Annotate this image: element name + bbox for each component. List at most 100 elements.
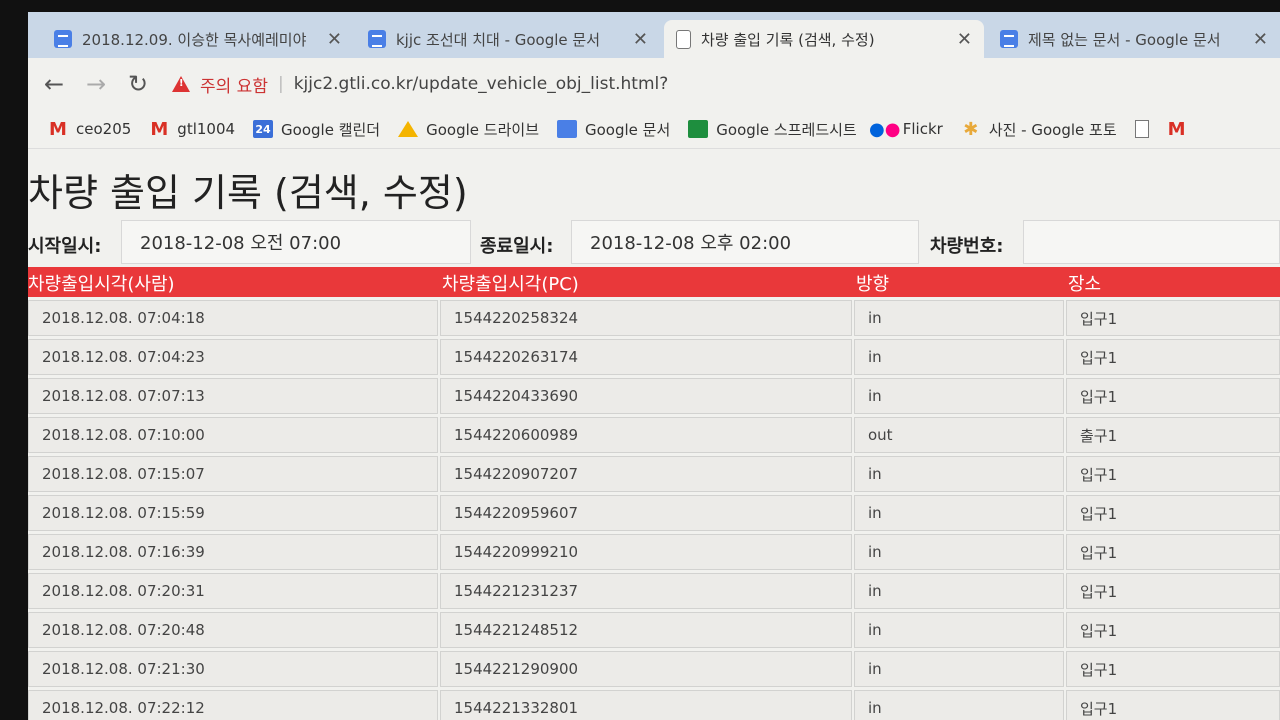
- cell-human-time[interactable]: 2018.12.08. 07:04:18: [28, 300, 438, 336]
- table-row[interactable]: 2018.12.08. 07:20:31 1544221231237 in 입구1: [28, 571, 1280, 610]
- table-row[interactable]: 2018.12.08. 07:10:00 1544220600989 out 출구1: [28, 415, 1280, 454]
- cell-direction[interactable]: in: [854, 690, 1064, 720]
- table-header: 차량출입시각(사람) 차량출입시각(PC) 방향 장소: [28, 267, 1280, 297]
- cell-human-time[interactable]: 2018.12.08. 07:16:39: [28, 534, 438, 570]
- bookmark-flickr[interactable]: ● ● Flickr: [869, 119, 943, 140]
- bookmark-google-sheets[interactable]: Google 스프레드시트: [688, 119, 857, 140]
- cell-location[interactable]: 입구1: [1066, 651, 1280, 687]
- cell-direction[interactable]: in: [854, 534, 1064, 570]
- bookmark-google-photos[interactable]: ✱ 사진 - Google 포토: [961, 119, 1116, 140]
- cell-location[interactable]: 입구1: [1066, 690, 1280, 720]
- table-row[interactable]: 2018.12.08. 07:16:39 1544220999210 in 입구1: [28, 532, 1280, 571]
- calendar-icon: 24: [253, 120, 274, 138]
- cell-location[interactable]: 입구1: [1066, 456, 1280, 492]
- cell-human-time[interactable]: 2018.12.08. 07:15:59: [28, 495, 438, 531]
- tab-title: kjjc 조선대 치대 - Google 문서: [396, 30, 601, 49]
- cell-location[interactable]: 입구1: [1066, 300, 1280, 336]
- bookmark-gmail-more[interactable]: M: [1167, 119, 1187, 140]
- cell-human-time[interactable]: 2018.12.08. 07:10:00: [28, 417, 438, 453]
- table-row[interactable]: 2018.12.08. 07:04:18 1544220258324 in 입구1: [28, 298, 1280, 337]
- address-bar[interactable]: 주의 요함 | kjjc2.gtli.co.kr/update_vehicle_…: [172, 72, 668, 97]
- table-row[interactable]: 2018.12.08. 07:15:59 1544220959607 in 입구1: [28, 493, 1280, 532]
- cell-location[interactable]: 입구1: [1066, 612, 1280, 648]
- cell-human-time[interactable]: 2018.12.08. 07:04:23: [28, 339, 438, 375]
- end-datetime-input[interactable]: 2018-12-08 오후 02:00: [571, 220, 919, 264]
- cell-human-time[interactable]: 2018.12.08. 07:22:12: [28, 690, 438, 720]
- close-icon[interactable]: ✕: [633, 29, 648, 50]
- bookmark-label: Google 캘린더: [281, 120, 381, 139]
- tab-sermon-doc[interactable]: 2018.12.09. 이승한 목사예레미야 ✕: [42, 20, 354, 58]
- cell-direction[interactable]: in: [854, 612, 1064, 648]
- bookmark-gtl1004[interactable]: M gtl1004: [149, 118, 236, 140]
- bookmark-google-drive[interactable]: Google 드라이브: [398, 119, 539, 140]
- cell-human-time[interactable]: 2018.12.08. 07:07:13: [28, 378, 438, 414]
- bookmark-page[interactable]: [1134, 120, 1149, 138]
- cell-direction[interactable]: in: [854, 651, 1064, 687]
- table-row[interactable]: 2018.12.08. 07:20:48 1544221248512 in 입구1: [28, 610, 1280, 649]
- cell-location[interactable]: 입구1: [1066, 339, 1280, 375]
- warning-icon: [172, 76, 190, 92]
- cell-direction[interactable]: in: [854, 495, 1064, 531]
- cell-pc-time[interactable]: 1544221290900: [440, 651, 852, 687]
- cell-direction[interactable]: in: [854, 456, 1064, 492]
- cell-pc-time[interactable]: 1544220433690: [440, 378, 852, 414]
- close-icon[interactable]: ✕: [327, 29, 342, 50]
- cell-direction[interactable]: in: [854, 300, 1064, 336]
- cell-human-time[interactable]: 2018.12.08. 07:15:07: [28, 456, 438, 492]
- cell-human-time[interactable]: 2018.12.08. 07:21:30: [28, 651, 438, 687]
- cell-pc-time[interactable]: 1544221231237: [440, 573, 852, 609]
- cell-pc-time[interactable]: 1544220999210: [440, 534, 852, 570]
- cell-human-time[interactable]: 2018.12.08. 07:20:48: [28, 612, 438, 648]
- security-warning[interactable]: 주의 요함: [200, 72, 268, 97]
- close-icon[interactable]: ✕: [1253, 29, 1268, 50]
- docs-icon: [557, 120, 577, 138]
- table-row[interactable]: 2018.12.08. 07:07:13 1544220433690 in 입구1: [28, 376, 1280, 415]
- vehicle-number-input[interactable]: [1023, 220, 1280, 264]
- tab-vehicle-log[interactable]: 차량 출입 기록 (검색, 수정) ✕: [664, 20, 984, 58]
- cell-direction[interactable]: in: [854, 339, 1064, 375]
- table-row[interactable]: 2018.12.08. 07:21:30 1544221290900 in 입구1: [28, 649, 1280, 688]
- gmail-icon: M: [49, 118, 67, 140]
- bookmark-label: gtl1004: [177, 120, 236, 138]
- table-row[interactable]: 2018.12.08. 07:22:12 1544221332801 in 입구1: [28, 688, 1280, 720]
- cell-pc-time[interactable]: 1544220258324: [440, 300, 852, 336]
- column-header-pc-time: 차량출입시각(PC): [442, 274, 579, 295]
- cell-direction[interactable]: in: [854, 378, 1064, 414]
- bookmark-google-docs[interactable]: Google 문서: [557, 119, 670, 140]
- back-arrow-icon[interactable]: ←: [38, 68, 70, 100]
- bookmark-label: ceo205: [76, 120, 132, 138]
- start-datetime-label: 시작일시:: [28, 236, 102, 257]
- tab-untitled-doc[interactable]: 제목 없는 문서 - Google 문서 ✕: [988, 20, 1280, 58]
- tab-kjjc-doc[interactable]: kjjc 조선대 치대 - Google 문서 ✕: [356, 20, 660, 58]
- cell-direction[interactable]: out: [854, 417, 1064, 453]
- browser-toolbar: ← → ↻ 주의 요함 | kjjc2.gtli.co.kr/update_ve…: [28, 58, 1280, 110]
- close-icon[interactable]: ✕: [957, 29, 972, 50]
- table-row[interactable]: 2018.12.08. 07:15:07 1544220907207 in 입구1: [28, 454, 1280, 493]
- cell-pc-time[interactable]: 1544221332801: [440, 690, 852, 720]
- bookmark-label: Google 스프레드시트: [716, 120, 857, 139]
- cell-location[interactable]: 입구1: [1066, 573, 1280, 609]
- reload-icon[interactable]: ↻: [122, 68, 154, 100]
- bookmark-ceo205[interactable]: M ceo205: [48, 118, 132, 140]
- cell-location[interactable]: 입구1: [1066, 495, 1280, 531]
- table-row[interactable]: 2018.12.08. 07:04:23 1544220263174 in 입구1: [28, 337, 1280, 376]
- google-docs-icon: [1000, 30, 1018, 48]
- start-datetime-input[interactable]: 2018-12-08 오전 07:00: [121, 220, 471, 264]
- cell-location[interactable]: 출구1: [1066, 417, 1280, 453]
- forward-arrow-icon[interactable]: →: [80, 68, 112, 100]
- cell-location[interactable]: 입구1: [1066, 534, 1280, 570]
- url-separator: |: [277, 74, 284, 94]
- cell-pc-time[interactable]: 1544220263174: [440, 339, 852, 375]
- url-text[interactable]: kjjc2.gtli.co.kr/update_vehicle_obj_list…: [294, 74, 669, 94]
- cell-pc-time[interactable]: 1544220959607: [440, 495, 852, 531]
- tab-strip: 2018.12.09. 이승한 목사예레미야 ✕ kjjc 조선대 치대 - G…: [28, 12, 1280, 58]
- cell-location[interactable]: 입구1: [1066, 378, 1280, 414]
- bookmark-google-calendar[interactable]: 24 Google 캘린더: [253, 119, 380, 140]
- gmail-icon: M: [150, 118, 169, 140]
- cell-pc-time[interactable]: 1544220600989: [440, 417, 852, 453]
- cell-direction[interactable]: in: [854, 573, 1064, 609]
- google-docs-icon: [368, 30, 386, 48]
- cell-pc-time[interactable]: 1544221248512: [440, 612, 852, 648]
- cell-pc-time[interactable]: 1544220907207: [440, 456, 852, 492]
- cell-human-time[interactable]: 2018.12.08. 07:20:31: [28, 573, 438, 609]
